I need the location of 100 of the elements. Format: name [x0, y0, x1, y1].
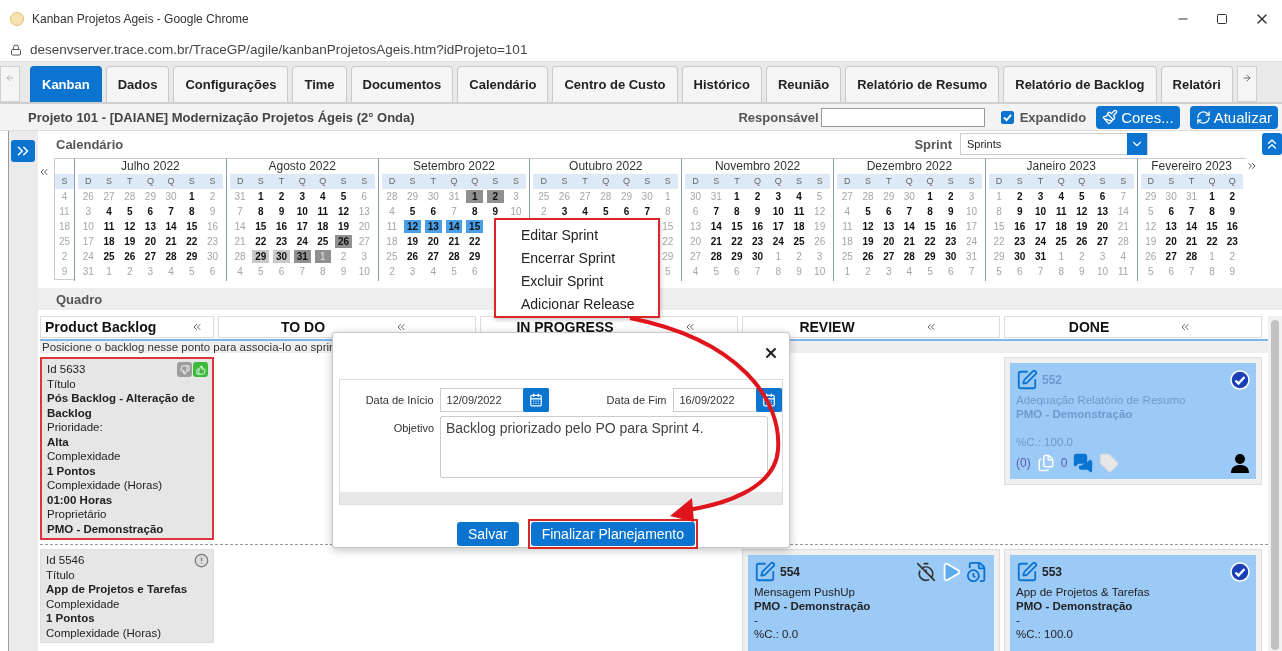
tab[interactable]: Centro de Custo: [552, 66, 678, 102]
calendar-day[interactable]: 7: [707, 205, 725, 218]
calendar-day[interactable]: 11: [314, 205, 332, 218]
calendar-day[interactable]: 8: [921, 205, 939, 218]
calendar-day[interactable]: 12: [335, 205, 352, 218]
calendar-day[interactable]: 22: [728, 235, 746, 248]
calendar-day[interactable]: 28: [707, 250, 725, 263]
calendar-day[interactable]: 15: [466, 220, 483, 233]
calendar-day[interactable]: 8: [728, 205, 746, 218]
calendar-day[interactable]: 13: [880, 220, 898, 233]
calendar-day[interactable]: 16: [749, 220, 766, 233]
calendar-day[interactable]: 10: [293, 205, 311, 218]
calendar-day[interactable]: 27: [1162, 250, 1180, 263]
date-field[interactable]: 16/09/2022: [672, 388, 782, 412]
calendar-day[interactable]: 30: [749, 250, 766, 263]
calendar-day[interactable]: 2: [1224, 190, 1241, 203]
calendar-day[interactable]: 19: [859, 235, 877, 248]
calendar-day[interactable]: 1: [183, 190, 201, 203]
calendar-day[interactable]: 20: [142, 235, 159, 248]
calendar-day[interactable]: 8: [183, 205, 201, 218]
calendar-day[interactable]: 20: [424, 235, 442, 248]
calendar-day[interactable]: 9: [749, 205, 766, 218]
calendar-day[interactable]: 20: [1094, 220, 1111, 233]
calendar-day[interactable]: 28: [445, 250, 463, 263]
calendar-day[interactable]: 3: [1032, 190, 1049, 203]
sprint-card[interactable]: 553 App de Projetos & Tarefas PMO - Demonstração - %C.: 100.0: [1010, 555, 1256, 651]
calendar-day[interactable]: 9: [273, 205, 290, 218]
calendar-day[interactable]: 27: [424, 250, 442, 263]
calendar-day[interactable]: 8: [252, 205, 270, 218]
calendar-day[interactable]: 20: [1162, 235, 1180, 248]
calendar-day[interactable]: 15: [728, 220, 746, 233]
calendar-day[interactable]: 26: [404, 250, 421, 263]
tab[interactable]: Reunião: [765, 66, 842, 102]
calendar-day[interactable]: 8: [466, 205, 483, 218]
url-text[interactable]: desenvserver.trace.com.br/TraceGP/agile/kanbanProjetosAgeis.htm?idProjeto=101: [30, 42, 528, 57]
date-field[interactable]: 12/09/2022: [439, 388, 550, 412]
calendar-day[interactable]: 9: [1011, 205, 1029, 218]
calendar-day[interactable]: 28: [1183, 250, 1200, 263]
calendar-day[interactable]: 1: [252, 190, 270, 203]
calendar-day[interactable]: 29: [252, 250, 270, 263]
calendar-day[interactable]: 22: [921, 235, 939, 248]
calendar-day[interactable]: 22: [183, 235, 201, 248]
menu-item[interactable]: Encerrar Sprint: [521, 247, 658, 270]
calendar-day[interactable]: 25: [314, 235, 332, 248]
calendar-day[interactable]: 9: [1224, 205, 1241, 218]
calendar-day[interactable]: 22: [252, 235, 270, 248]
backlog-card[interactable]: Id 5546 Título App de Projetos e Tarefas Complexidade 1 Pontos Complexidade (Horas): [40, 549, 214, 643]
calendar-day[interactable]: 12: [859, 220, 877, 233]
calendar-day[interactable]: 21: [162, 235, 180, 248]
calendar-day[interactable]: 16: [273, 220, 290, 233]
calendar-day[interactable]: 12: [1073, 205, 1091, 218]
calendar-day[interactable]: 22: [1203, 235, 1221, 248]
calendar-day[interactable]: 4: [790, 190, 808, 203]
calendar-day[interactable]: 30: [1011, 250, 1029, 263]
calendar-day[interactable]: 31: [293, 250, 311, 263]
colors-button[interactable]: Cores...: [1096, 105, 1180, 129]
calendar-day[interactable]: 5: [1073, 190, 1091, 203]
calendar-day[interactable]: 5: [859, 205, 877, 218]
calendar-day[interactable]: 12: [121, 220, 139, 233]
calendar-day[interactable]: 21: [901, 235, 918, 248]
calendar-day[interactable]: 10: [769, 205, 787, 218]
calendar-day[interactable]: 13: [424, 220, 442, 233]
calendar-day[interactable]: 6: [880, 205, 898, 218]
calendar-day[interactable]: 23: [749, 235, 766, 248]
calendar-day[interactable]: 23: [273, 235, 290, 248]
calendar-day[interactable]: 29: [183, 250, 201, 263]
calendar-day[interactable]: 4: [314, 190, 332, 203]
calendar-day[interactable]: 27: [880, 250, 898, 263]
calendar-day[interactable]: 19: [335, 220, 352, 233]
calendar-day[interactable]: 17: [769, 220, 787, 233]
calendar-day[interactable]: 9: [942, 205, 960, 218]
calendar-day[interactable]: 11: [1052, 205, 1070, 218]
calendar-day[interactable]: 2: [273, 190, 290, 203]
calendar-day[interactable]: 16: [942, 220, 960, 233]
tab[interactable]: Relatóri: [1160, 66, 1233, 102]
calendar-day[interactable]: 28: [901, 250, 918, 263]
calendar-day[interactable]: 24: [1032, 235, 1049, 248]
calendar-day[interactable]: 2: [942, 190, 960, 203]
calendar-day[interactable]: 7: [901, 205, 918, 218]
calendar-day[interactable]: 24: [293, 235, 311, 248]
calendar-day[interactable]: 29: [728, 250, 746, 263]
calendar-day[interactable]: 4: [1052, 190, 1070, 203]
calendar-day[interactable]: 9: [487, 205, 504, 218]
calendar-day[interactable]: 15: [252, 220, 270, 233]
calendar-day[interactable]: 16: [1224, 220, 1241, 233]
tab[interactable]: Configurações: [173, 66, 289, 102]
calendar-day[interactable]: 29: [466, 250, 483, 263]
calendar-day[interactable]: 7: [162, 205, 180, 218]
calendar-day[interactable]: 22: [466, 235, 483, 248]
calendar-day[interactable]: 28: [162, 250, 180, 263]
calendar-day[interactable]: 23: [1224, 235, 1241, 248]
calendar-day[interactable]: 30: [942, 250, 960, 263]
calendar-day[interactable]: 17: [1032, 220, 1049, 233]
calendar-day[interactable]: 26: [859, 250, 877, 263]
calendar-day[interactable]: 29: [921, 250, 939, 263]
calendar-day[interactable]: 15: [183, 220, 201, 233]
calendar-day[interactable]: 3: [293, 190, 311, 203]
menu-item[interactable]: Adicionar Release: [521, 293, 658, 316]
calendar-day[interactable]: 4: [100, 205, 118, 218]
calendar-day[interactable]: 13: [1162, 220, 1180, 233]
